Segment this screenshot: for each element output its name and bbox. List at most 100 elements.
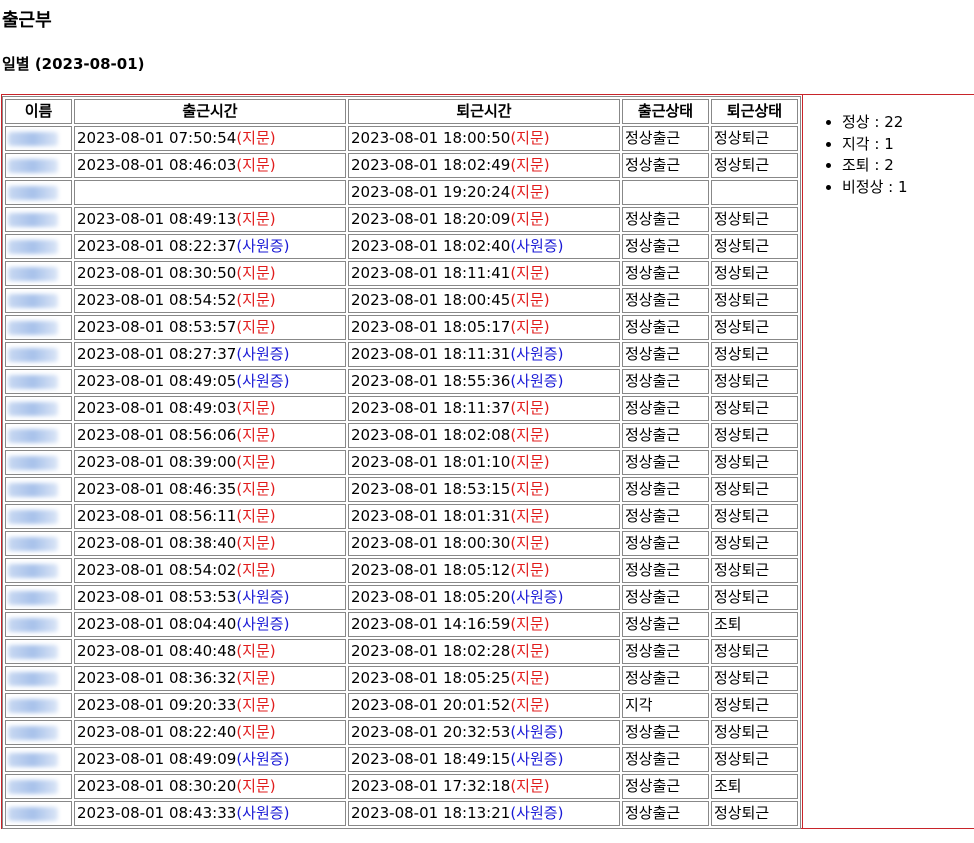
- employee-name-link[interactable]: [8, 426, 58, 444]
- out-status-cell: 정상퇴근: [711, 369, 798, 394]
- name-cell[interactable]: [5, 693, 72, 718]
- redacted-name: [8, 779, 58, 794]
- name-cell[interactable]: [5, 369, 72, 394]
- in-time-cell-method: (지문): [236, 318, 276, 336]
- name-cell[interactable]: [5, 720, 72, 745]
- out-status-cell: 정상퇴근: [711, 261, 798, 286]
- in-time-cell-value: 2023-08-01 08:49:03: [77, 399, 237, 417]
- name-cell[interactable]: [5, 801, 72, 826]
- out-time-cell-method: (지문): [510, 264, 550, 282]
- name-cell[interactable]: [5, 423, 72, 448]
- name-cell[interactable]: [5, 180, 72, 205]
- employee-name-link[interactable]: [8, 210, 58, 228]
- out-time-cell-value: 2023-08-01 18:02:49: [351, 156, 511, 174]
- employee-name-link[interactable]: [8, 804, 58, 822]
- employee-name-link[interactable]: [8, 723, 58, 741]
- in-time-cell-method: (사원증): [236, 372, 290, 390]
- name-cell[interactable]: [5, 639, 72, 664]
- in-time-cell-value: 2023-08-01 08:40:48: [77, 642, 237, 660]
- in-time-cell: 2023-08-01 08:30:20(지문): [74, 774, 346, 799]
- name-cell[interactable]: [5, 315, 72, 340]
- name-cell[interactable]: [5, 531, 72, 556]
- out-status-cell: 정상퇴근: [711, 423, 798, 448]
- employee-name-link[interactable]: [8, 318, 58, 336]
- employee-name-link[interactable]: [8, 750, 58, 768]
- name-cell[interactable]: [5, 666, 72, 691]
- employee-name-link[interactable]: [8, 453, 58, 471]
- table-row: 2023-08-01 08:49:09(사원증) 2023-08-01 18:49…: [5, 747, 798, 772]
- name-cell[interactable]: [5, 207, 72, 232]
- out-time-cell-method: (지문): [510, 561, 550, 579]
- in-time-cell-value: 2023-08-01 08:36:32: [77, 669, 237, 687]
- redacted-name: [8, 158, 58, 173]
- name-cell[interactable]: [5, 126, 72, 151]
- employee-name-link[interactable]: [8, 696, 58, 714]
- employee-name-link[interactable]: [8, 372, 58, 390]
- out-time-cell: 2023-08-01 18:02:49(지문): [348, 153, 620, 178]
- table-header-row: 이름 출근시간 퇴근시간 출근상태 퇴근상태: [5, 99, 798, 124]
- employee-name-link[interactable]: [8, 156, 58, 174]
- summary-list: 정상 : 22 지각 : 1 조퇴 : 2 비정상 : 1: [822, 112, 908, 198]
- out-time-cell: 2023-08-01 18:11:37(지문): [348, 396, 620, 421]
- table-row: 2023-08-01 08:04:40(사원증) 2023-08-01 14:16…: [5, 612, 798, 637]
- name-cell[interactable]: [5, 477, 72, 502]
- name-cell[interactable]: [5, 504, 72, 529]
- redacted-name: [8, 536, 58, 551]
- name-cell[interactable]: [5, 261, 72, 286]
- name-cell[interactable]: [5, 153, 72, 178]
- employee-name-link[interactable]: [8, 588, 58, 606]
- out-time-cell-method: (지문): [510, 183, 550, 201]
- employee-name-link[interactable]: [8, 777, 58, 795]
- employee-name-link[interactable]: [8, 399, 58, 417]
- in-status-cell: 정상출근: [622, 801, 709, 826]
- in-status-cell: 정상출근: [622, 666, 709, 691]
- out-time-cell: 2023-08-01 17:32:18(지문): [348, 774, 620, 799]
- name-cell[interactable]: [5, 585, 72, 610]
- employee-name-link[interactable]: [8, 183, 58, 201]
- name-cell[interactable]: [5, 774, 72, 799]
- in-time-cell-method: (지문): [236, 399, 276, 417]
- name-cell[interactable]: [5, 288, 72, 313]
- table-row: 2023-08-01 08:56:11(지문) 2023-08-01 18:01:…: [5, 504, 798, 529]
- out-time-cell: 2023-08-01 20:01:52(지문): [348, 693, 620, 718]
- in-time-cell-method: (지문): [236, 453, 276, 471]
- in-time-cell-method: (지문): [236, 723, 276, 741]
- out-status-cell: 정상퇴근: [711, 639, 798, 664]
- name-cell[interactable]: [5, 396, 72, 421]
- out-time-cell-method: (지문): [510, 156, 550, 174]
- in-time-cell-value: 2023-08-01 08:30:20: [77, 777, 237, 795]
- employee-name-link[interactable]: [8, 291, 58, 309]
- out-time-cell-value: 2023-08-01 14:16:59: [351, 615, 511, 633]
- out-time-cell: 2023-08-01 18:01:31(지문): [348, 504, 620, 529]
- employee-name-link[interactable]: [8, 534, 58, 552]
- employee-name-link[interactable]: [8, 561, 58, 579]
- in-time-cell-method: (지문): [236, 561, 276, 579]
- name-cell[interactable]: [5, 234, 72, 259]
- in-time-cell-value: 2023-08-01 08:49:09: [77, 750, 237, 768]
- employee-name-link[interactable]: [8, 129, 58, 147]
- in-time-cell-method: (지문): [236, 480, 276, 498]
- out-status-cell: 정상퇴근: [711, 450, 798, 475]
- employee-name-link[interactable]: [8, 264, 58, 282]
- in-time-cell-value: 2023-08-01 08:54:52: [77, 291, 237, 309]
- out-time-cell-value: 2023-08-01 18:05:17: [351, 318, 511, 336]
- employee-name-link[interactable]: [8, 345, 58, 363]
- name-cell[interactable]: [5, 558, 72, 583]
- name-cell[interactable]: [5, 450, 72, 475]
- redacted-name: [8, 185, 58, 200]
- employee-name-link[interactable]: [8, 615, 58, 633]
- name-cell[interactable]: [5, 747, 72, 772]
- employee-name-link[interactable]: [8, 642, 58, 660]
- in-time-cell: 2023-08-01 08:49:03(지문): [74, 396, 346, 421]
- date-heading: 일별 (2023-08-01): [2, 55, 145, 73]
- employee-name-link[interactable]: [8, 669, 58, 687]
- out-time-cell: 2023-08-01 14:16:59(지문): [348, 612, 620, 637]
- name-cell[interactable]: [5, 612, 72, 637]
- employee-name-link[interactable]: [8, 507, 58, 525]
- in-status-cell: 정상출근: [622, 639, 709, 664]
- employee-name-link[interactable]: [8, 237, 58, 255]
- in-status-cell: [622, 180, 709, 205]
- employee-name-link[interactable]: [8, 480, 58, 498]
- out-time-cell: 2023-08-01 19:20:24(지문): [348, 180, 620, 205]
- name-cell[interactable]: [5, 342, 72, 367]
